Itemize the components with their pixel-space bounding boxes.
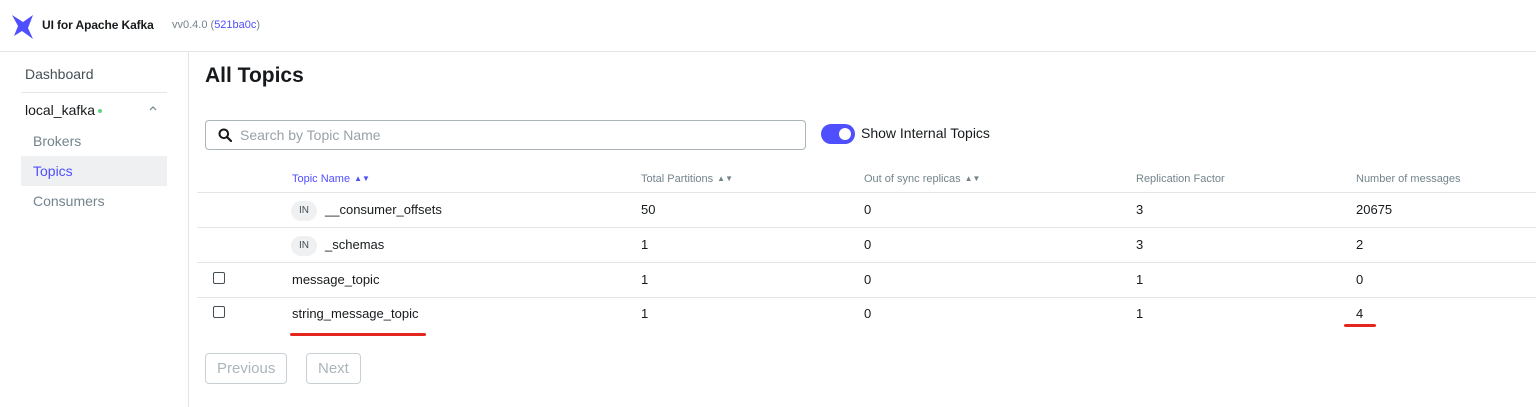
messages-cell: 4 [1356, 306, 1364, 321]
partitions-cell: 1 [641, 306, 649, 321]
partitions-cell: 1 [641, 237, 649, 252]
internal-badge: IN [291, 201, 317, 221]
kafka-logo-icon[interactable] [11, 12, 35, 40]
out-of-sync-cell: 0 [864, 306, 872, 321]
sort-icon: ▲▼ [964, 174, 981, 183]
previous-button[interactable]: Previous [205, 353, 288, 384]
app-brand[interactable]: UI for Apache Kafka [42, 18, 154, 32]
table-row: IN __consumer_offsets 50 0 3 20675 [197, 193, 1536, 228]
column-header-messages: Number of messages [1356, 173, 1461, 185]
top-bar: UI for Apache Kafka vv0.4.0 (521ba0c) [0, 0, 1536, 52]
messages-cell: 0 [1356, 272, 1364, 287]
sidebar-divider [21, 92, 167, 93]
sidebar-item-dashboard[interactable]: Dashboard [25, 66, 94, 82]
annotation-underline-messages [1344, 324, 1376, 327]
page-title: All Topics [205, 64, 304, 87]
out-of-sync-cell: 0 [864, 202, 872, 217]
search-input[interactable] [240, 124, 795, 146]
table-row: string_message_topic 1 0 1 4 [197, 297, 1536, 332]
replication-cell: 3 [1136, 202, 1144, 217]
column-header-out-of-sync[interactable]: Out of sync replicas ▲▼ [864, 173, 980, 185]
sidebar-item-consumers[interactable]: Consumers [21, 186, 167, 216]
internal-badge: IN [291, 236, 317, 256]
internal-topics-toggle[interactable] [821, 124, 855, 144]
partitions-cell: 1 [641, 272, 649, 287]
topic-name-link[interactable]: _schemas [325, 237, 384, 252]
chevron-up-icon[interactable] [149, 104, 157, 112]
cluster-toggle[interactable]: local_kafka [25, 102, 165, 122]
partitions-cell: 50 [641, 202, 656, 217]
cluster-name: local_kafka [25, 102, 96, 118]
row-checkbox[interactable] [213, 272, 225, 284]
out-of-sync-cell: 0 [864, 272, 872, 287]
commit-link[interactable]: 521ba0c [214, 19, 256, 31]
sort-icon: ▲▼ [717, 174, 733, 183]
table-row: IN _schemas 1 0 3 2 [197, 228, 1536, 263]
search-icon [218, 128, 232, 142]
sidebar: Dashboard local_kafka Brokers Topics Con… [0, 52, 189, 407]
topic-name-link[interactable]: __consumer_offsets [325, 202, 442, 217]
sidebar-item-brokers[interactable]: Brokers [21, 126, 167, 156]
topic-name-link[interactable]: string_message_topic [292, 306, 418, 321]
table-row: message_topic 1 0 1 0 [197, 263, 1536, 298]
messages-cell: 20675 [1356, 202, 1393, 217]
column-header-total-partitions[interactable]: Total Partitions ▲▼ [641, 173, 733, 185]
replication-cell: 1 [1136, 272, 1144, 287]
next-button[interactable]: Next [306, 353, 361, 384]
sort-icon: ▲▼ [354, 174, 370, 183]
out-of-sync-cell: 0 [864, 237, 872, 252]
replication-cell: 3 [1136, 237, 1144, 252]
annotation-underline-topic [290, 333, 426, 336]
toggle-label: Show Internal Topics [861, 125, 990, 141]
app-version: vv0.4.0 (521ba0c) [172, 19, 261, 31]
toggle-knob [839, 128, 851, 140]
search-box [205, 120, 806, 150]
sidebar-item-topics[interactable]: Topics [21, 156, 167, 186]
topic-name-link[interactable]: message_topic [292, 272, 379, 287]
cluster-status-dot [98, 109, 102, 113]
replication-cell: 1 [1136, 306, 1144, 321]
column-header-replication-factor: Replication Factor [1136, 173, 1225, 185]
column-header-topic-name[interactable]: Topic Name ▲▼ [292, 173, 370, 185]
row-checkbox[interactable] [213, 306, 225, 318]
messages-cell: 2 [1356, 237, 1364, 252]
